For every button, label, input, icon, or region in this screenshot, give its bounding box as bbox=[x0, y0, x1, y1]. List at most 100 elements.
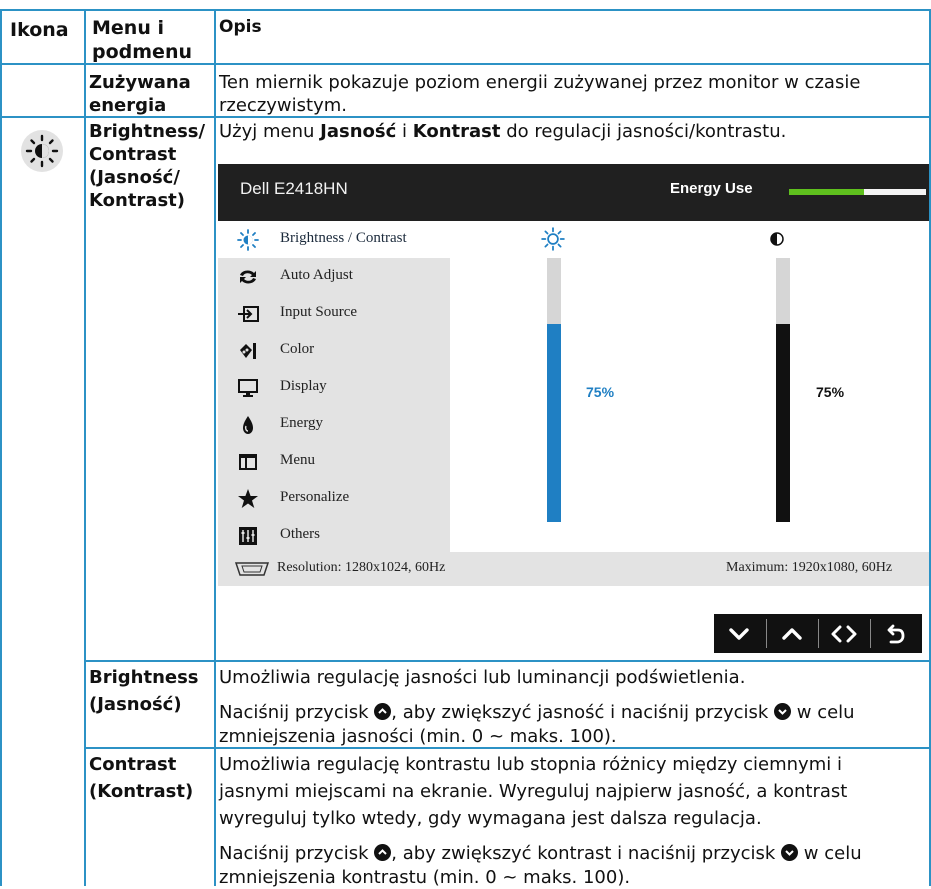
osd-item-label: Menu bbox=[280, 452, 315, 468]
grid-line bbox=[84, 9, 86, 886]
grid-line bbox=[84, 747, 931, 749]
display-icon bbox=[238, 379, 258, 397]
brightness-sun-icon bbox=[541, 227, 565, 251]
sun-icon bbox=[237, 229, 259, 251]
energy-use-fill bbox=[789, 189, 865, 195]
contrast-instructions: Naciśnij przycisk , aby zwiększyć kontra… bbox=[219, 842, 862, 865]
contrast-description-line3: wyreguluj tylko wtedy, gdy wymagana jest… bbox=[219, 808, 762, 829]
energy-use-label: Energy Use bbox=[670, 180, 753, 197]
bc-description: Użyj menu Jasność i Kontrast do regulacj… bbox=[219, 120, 786, 143]
grid-line bbox=[214, 9, 216, 886]
brightness-instructions: Naciśnij przycisk , aby zwiększyć jasnoś… bbox=[219, 701, 855, 724]
contrast-slider-fill bbox=[776, 324, 790, 522]
bc-menu-line4: Kontrast) bbox=[89, 190, 185, 211]
brightness-instr-c: w celu bbox=[791, 702, 855, 723]
osd-item-label: Display bbox=[280, 378, 327, 394]
osd-navigation-buttons bbox=[714, 614, 922, 653]
left-right-icon bbox=[831, 625, 857, 642]
brightness-instr-a: Naciśnij przycisk bbox=[219, 702, 375, 723]
bc-menu-line1: Brightness/ bbox=[89, 121, 206, 142]
osd-status-bar: Resolution: 1280x1024, 60Hz Maximum: 192… bbox=[218, 552, 929, 586]
osd-item-label: Others bbox=[280, 526, 320, 542]
contrast-percent: 75% bbox=[816, 384, 845, 400]
osd-title-bar: Dell E2418HN Energy Use bbox=[218, 164, 929, 221]
back-button[interactable] bbox=[871, 614, 921, 653]
header-menu: Menu i podmenu bbox=[92, 17, 192, 63]
osd-main-menu: Brightness / Contrast Auto Adjust Input … bbox=[218, 221, 450, 552]
osd-item-personalize[interactable]: Personalize bbox=[218, 480, 450, 517]
osd-item-display[interactable]: Display bbox=[218, 369, 450, 406]
energy-use-meter bbox=[789, 189, 926, 195]
contrast-icon bbox=[770, 232, 784, 246]
brightness-menu-line2: (Jasność) bbox=[89, 694, 182, 715]
up-button-icon bbox=[374, 703, 392, 720]
down-button-icon bbox=[774, 703, 792, 720]
chevron-up-icon bbox=[782, 627, 802, 640]
back-icon bbox=[887, 624, 905, 643]
brightness-slider-fill bbox=[547, 324, 561, 522]
grid-line bbox=[0, 9, 931, 11]
osd-item-menu[interactable]: Menu bbox=[218, 443, 450, 480]
left-right-button[interactable] bbox=[819, 614, 869, 653]
osd-item-label: Color bbox=[280, 341, 315, 357]
osd-item-energy[interactable]: Energy bbox=[218, 406, 450, 443]
bc-desc-suffix: do regulacji jasności/kontrastu. bbox=[500, 121, 787, 142]
contrast-instr-a: Naciśnij przycisk bbox=[219, 843, 375, 864]
maximum-resolution-text: Maximum: 1920x1080, 60Hz bbox=[726, 560, 893, 575]
brightness-slider[interactable] bbox=[547, 258, 561, 522]
osd-item-color[interactable]: Color bbox=[218, 332, 450, 369]
bc-desc-mid: i bbox=[396, 121, 413, 142]
header-desc: Opis bbox=[219, 17, 262, 37]
brightness-description: Umożliwia regulację jasności lub luminan… bbox=[219, 667, 746, 688]
brightness-instr-b: , aby zwiększyć jasność i naciśnij przyc… bbox=[391, 702, 775, 723]
brightness-instructions-line2: zmniejszenia jasności (min. 0 ~ maks. 10… bbox=[219, 726, 617, 747]
others-icon bbox=[239, 527, 257, 545]
grid-line bbox=[0, 116, 931, 118]
grid-line bbox=[0, 9, 2, 886]
contrast-description-line1: Umożliwia regulację kontrastu lub stopni… bbox=[219, 754, 842, 775]
auto-adjust-icon bbox=[240, 270, 256, 284]
osd-item-label: Personalize bbox=[280, 489, 350, 505]
contrast-menu-line1: Contrast bbox=[89, 754, 177, 775]
contrast-instr-c: w celu bbox=[798, 843, 862, 864]
star-icon bbox=[238, 489, 258, 508]
brightness-badge bbox=[21, 130, 63, 172]
contrast-instr-b: , aby zwiększyć kontrast i naciśnij przy… bbox=[391, 843, 782, 864]
osd-item-label: Auto Adjust bbox=[280, 267, 353, 283]
osd-item-brightness-contrast[interactable]: Brightness / Contrast bbox=[218, 221, 450, 258]
grid-line bbox=[0, 63, 931, 65]
contrast-menu-line2: (Kontrast) bbox=[89, 781, 194, 802]
brightness-menu-line1: Brightness bbox=[89, 667, 199, 688]
osd-brightness-contrast-panel: 75% 75% bbox=[450, 221, 929, 552]
osd-model-name: Dell E2418HN bbox=[240, 179, 348, 198]
grid-line bbox=[84, 660, 931, 662]
up-button-icon bbox=[374, 844, 392, 861]
osd-item-input-source[interactable]: Input Source bbox=[218, 295, 450, 332]
osd-screenshot: Dell E2418HN Energy Use Brightness / Con… bbox=[218, 164, 929, 595]
bc-desc-kontrast: Kontrast bbox=[412, 121, 501, 142]
input-source-icon bbox=[238, 306, 259, 322]
energy-icon bbox=[243, 416, 253, 434]
brightness-percent: 75% bbox=[586, 384, 615, 400]
resolution-text: Resolution: 1280x1024, 60Hz bbox=[277, 560, 446, 575]
osd-menu-table: Ikona Menu i podmenu Opis Zużywana energ… bbox=[0, 0, 931, 888]
osd-item-others[interactable]: Others bbox=[218, 517, 450, 554]
bc-desc-prefix: Użyj menu bbox=[219, 121, 321, 142]
osd-item-auto-adjust[interactable]: Auto Adjust bbox=[218, 258, 450, 295]
header-icon: Ikona bbox=[10, 19, 69, 41]
color-icon bbox=[240, 343, 256, 359]
up-button[interactable] bbox=[767, 614, 817, 653]
contrast-slider[interactable] bbox=[776, 258, 790, 522]
bc-menu-line3: (Jasność/ bbox=[89, 167, 180, 188]
osd-item-label: Energy bbox=[280, 415, 324, 431]
bc-menu-line2: Contrast bbox=[89, 144, 177, 165]
contrast-description-line2: jasnymi miejscami na ekranie. Wyreguluj … bbox=[219, 781, 848, 802]
down-button-icon bbox=[781, 844, 799, 861]
sun-icon bbox=[25, 134, 59, 168]
bc-desc-jasnosc: Jasność bbox=[320, 121, 397, 142]
chevron-down-icon bbox=[729, 627, 749, 640]
vga-connector-icon bbox=[234, 562, 270, 576]
energy-menu-label: Zużywana energia bbox=[89, 72, 191, 116]
down-button[interactable] bbox=[714, 614, 764, 653]
menu-icon bbox=[239, 454, 257, 470]
